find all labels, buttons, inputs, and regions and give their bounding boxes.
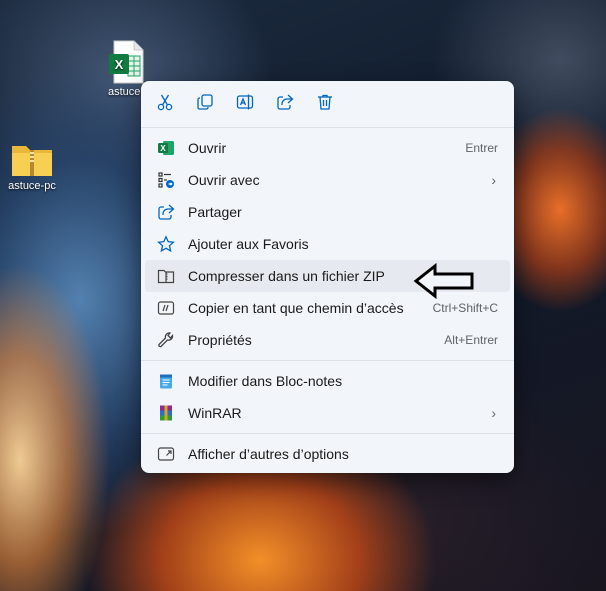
menu-item-label: Afficher d’autres d’options bbox=[188, 446, 349, 462]
menu-separator bbox=[141, 433, 514, 434]
delete-button[interactable] bbox=[309, 88, 341, 120]
context-menu-toolbar bbox=[141, 81, 514, 128]
menu-item-label: Copier en tant que chemin d’accès bbox=[188, 300, 404, 316]
menu-item-label: WinRAR bbox=[188, 405, 242, 421]
menu-item-label: Ajouter aux Favoris bbox=[188, 236, 309, 252]
zip-folder-icon bbox=[10, 142, 54, 178]
copy-icon bbox=[196, 93, 214, 116]
excel-icon: X bbox=[156, 138, 176, 158]
copy-button[interactable] bbox=[189, 88, 221, 120]
winrar-icon bbox=[156, 403, 176, 423]
menu-item-label: Ouvrir avec bbox=[188, 172, 260, 188]
shortcut-label: Entrer bbox=[465, 141, 498, 155]
zip-icon bbox=[156, 266, 176, 286]
cut-icon bbox=[156, 93, 174, 116]
desktop-icon-zip-folder[interactable]: astuce-pc bbox=[0, 142, 64, 192]
svg-text:X: X bbox=[115, 57, 124, 72]
rename-button[interactable] bbox=[229, 88, 261, 120]
menu-separator bbox=[141, 360, 514, 361]
share-icon bbox=[156, 202, 176, 222]
chevron-right-icon: › bbox=[491, 405, 496, 421]
menu-item-winrar[interactable]: WinRAR › bbox=[145, 397, 510, 429]
rename-icon bbox=[236, 93, 254, 116]
notepad-icon bbox=[156, 371, 176, 391]
menu-item-label: Propriétés bbox=[188, 332, 252, 348]
menu-item-label: Modifier dans Bloc-notes bbox=[188, 373, 343, 389]
excel-file-icon: X bbox=[108, 40, 144, 84]
menu-item-properties[interactable]: Propriétés Alt+Entrer bbox=[145, 324, 510, 356]
more-options-icon bbox=[156, 444, 176, 464]
wrench-icon bbox=[156, 330, 176, 350]
left-arrow-icon bbox=[413, 262, 477, 304]
menu-item-label: Partager bbox=[188, 204, 242, 220]
menu-item-add-favorites[interactable]: Ajouter aux Favoris bbox=[145, 228, 510, 260]
menu-item-show-more-options[interactable]: Afficher d’autres d’options bbox=[145, 438, 510, 470]
copy-path-icon bbox=[156, 298, 176, 318]
menu-item-label: Ouvrir bbox=[188, 140, 227, 156]
share-icon bbox=[276, 93, 294, 116]
delete-icon bbox=[316, 93, 334, 116]
svg-text:X: X bbox=[160, 144, 166, 153]
cut-button[interactable] bbox=[149, 88, 181, 120]
menu-item-open[interactable]: X Ouvrir Entrer bbox=[145, 132, 510, 164]
open-with-icon bbox=[156, 170, 176, 190]
menu-item-share[interactable]: Partager bbox=[145, 196, 510, 228]
shortcut-label: Alt+Entrer bbox=[444, 333, 498, 347]
chevron-right-icon: › bbox=[491, 172, 496, 188]
menu-item-open-with[interactable]: Ouvrir avec › bbox=[145, 164, 510, 196]
share-button[interactable] bbox=[269, 88, 301, 120]
menu-item-edit-notepad[interactable]: Modifier dans Bloc-notes bbox=[145, 365, 510, 397]
star-icon bbox=[156, 234, 176, 254]
desktop-icon-label: astuce-pc bbox=[8, 180, 56, 192]
